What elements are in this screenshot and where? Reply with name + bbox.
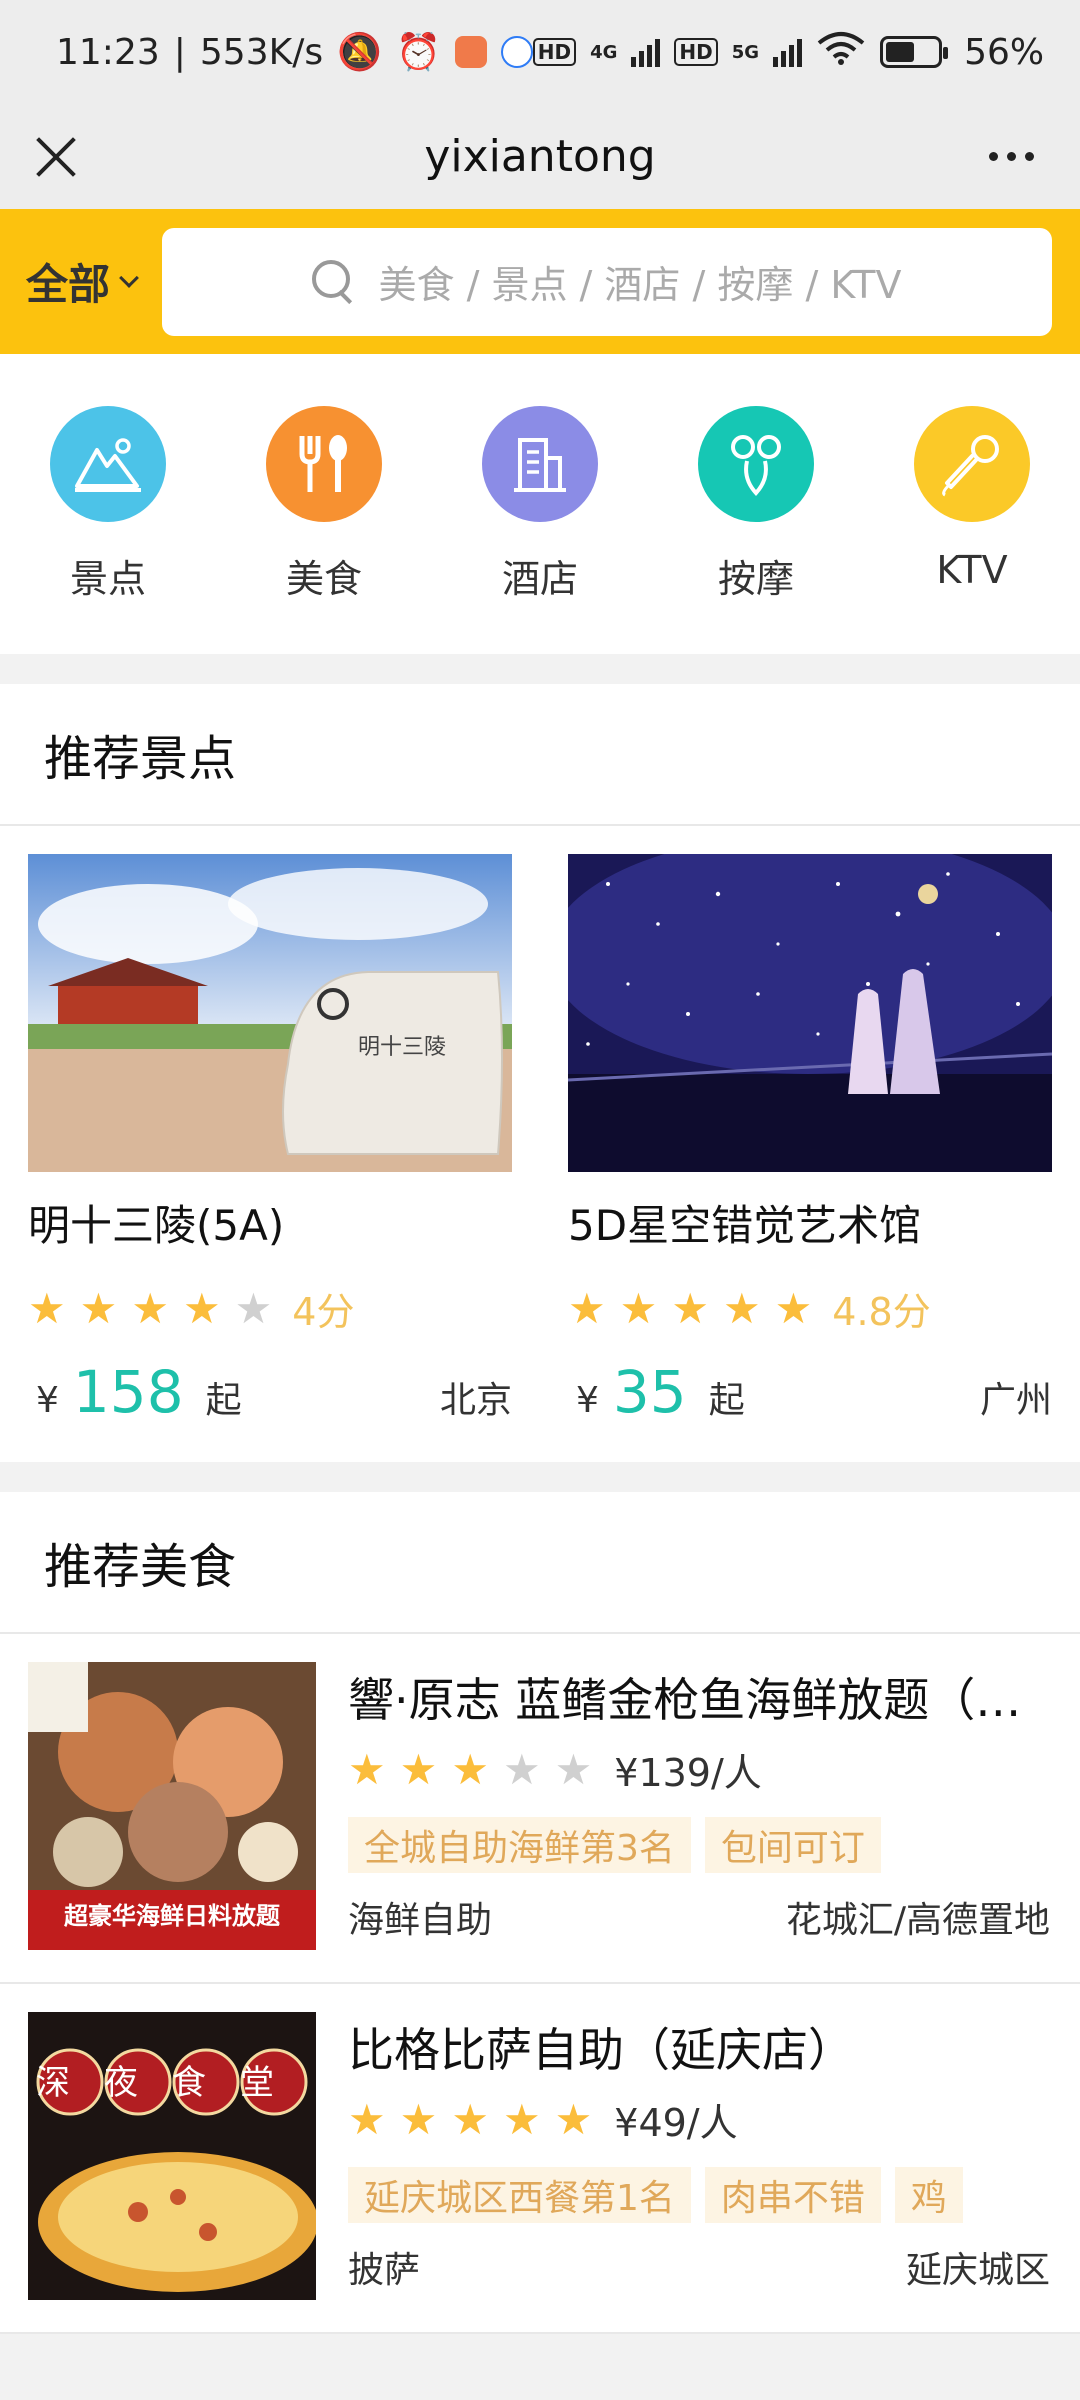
fork-spoon-icon	[266, 406, 382, 522]
image-caption: 深夜食堂	[36, 2063, 308, 2103]
category-nav: 景点 美食 酒店 按摩 KTV	[0, 354, 1080, 654]
star-icon: ★	[554, 2094, 593, 2144]
feature-tag: 肉串不错	[704, 2167, 881, 2223]
star-icon: ★	[774, 1283, 813, 1333]
star-icon: ★	[722, 1283, 761, 1333]
alarm-icon: ⏰	[395, 32, 441, 73]
search-input[interactable]: 美食 / 景点 / 酒店 / 按摩 / KTV	[162, 227, 1052, 336]
mute-bell-icon: 🔕	[337, 32, 382, 73]
spot-card[interactable]: 5D星空错觉艺术馆 ★ ★ ★ ★ ★ 4.8分 ¥ 35 起 广州	[568, 854, 1052, 1462]
price-per-person: ¥139/人	[614, 1751, 762, 1795]
building-icon	[482, 406, 598, 522]
category-scenic[interactable]: 景点	[50, 406, 166, 654]
wifi-icon	[816, 31, 866, 74]
ranking-tag: 延庆城区西餐第1名	[348, 2167, 691, 2223]
mountain-icon	[50, 406, 166, 522]
browser-app-icon	[500, 36, 533, 68]
category-massage[interactable]: 按摩	[698, 406, 814, 654]
microphone-icon	[914, 406, 1030, 522]
star-icon: ★	[28, 1283, 66, 1333]
close-icon[interactable]	[34, 135, 78, 179]
search-icon	[312, 259, 356, 304]
spot-name: 明十三陵(5A)	[28, 1201, 285, 1250]
search-bar: 全部 美食 / 景点 / 酒店 / 按摩 / KTV	[0, 209, 1080, 354]
image-caption: 超豪华海鲜日料放题	[64, 1902, 280, 1930]
scope-dropdown[interactable]: 全部	[26, 251, 139, 312]
spot-image	[568, 854, 1052, 1172]
section-title: 推荐景点	[0, 684, 1080, 826]
star-icon: ★	[502, 1744, 541, 1794]
feature-tag: 包间可订	[704, 1817, 881, 1873]
massage-icon	[698, 406, 814, 522]
battery-level: 56%	[964, 31, 1045, 73]
star-icon: ★	[451, 2094, 489, 2144]
hd-badge-2: HD	[674, 38, 718, 66]
restaurant-name: 比格比萨自助（延庆店）	[348, 2023, 854, 2077]
ranking-tag: 全城自助海鲜第3名	[348, 1817, 691, 1873]
star-icon: ★	[451, 1744, 489, 1794]
star-icon: ★	[399, 1744, 438, 1794]
recommended-food: 推荐美食 超豪华海鲜日料放题 響·原志 蓝鳍金枪鱼海鲜放题（花城汇店） ★ ★ …	[0, 1492, 1080, 2334]
nav-bar: yixiantong	[0, 104, 1080, 209]
restaurant-item[interactable]: 深夜食堂 比格比萨自助（延庆店） ★ ★ ★ ★ ★ ¥49/人 延庆城区西餐第…	[0, 1984, 1080, 2334]
feature-tag: 鸡	[894, 2167, 963, 2223]
chevron-down-icon	[119, 267, 139, 288]
spot-name: 5D星空错觉艺术馆	[568, 1201, 922, 1250]
area: 花城汇/高德置地	[785, 1900, 1050, 1941]
spot-card[interactable]: 明十三陵 明十三陵(5A) ★ ★ ★ ★ ★ 4分 ¥ 158 起 北京	[28, 854, 512, 1462]
star-icon: ★	[79, 1283, 118, 1333]
signal-icon	[631, 37, 661, 67]
star-icon: ★	[554, 1744, 593, 1794]
restaurant-image: 超豪华海鲜日料放题	[28, 1662, 316, 1950]
recommended-spots: 推荐景点 明十三陵 明十三陵(5A) ★ ★ ★ ★ ★ 4分 ¥ 158 起 …	[0, 684, 1080, 1462]
more-icon[interactable]	[989, 152, 1034, 161]
star-icon: ★	[619, 1283, 658, 1333]
star-icon: ★	[131, 1283, 169, 1333]
rating-stars: ★ ★ ★ ★ ★ ¥139/人	[348, 1742, 1050, 1797]
cuisine-type: 海鲜自助	[348, 1900, 493, 1941]
spot-image: 明十三陵	[28, 854, 512, 1172]
city: 广州	[979, 1380, 1052, 1421]
section-title: 推荐美食	[0, 1492, 1080, 1634]
battery-icon	[880, 36, 949, 68]
star-icon: ★	[671, 1283, 709, 1333]
rating-value: 4分	[292, 1290, 355, 1334]
price: 35	[612, 1358, 687, 1426]
star-icon: ★	[348, 1744, 386, 1794]
star-icon: ★	[234, 1283, 273, 1333]
category-hotel[interactable]: 酒店	[482, 406, 598, 654]
city: 北京	[439, 1380, 512, 1421]
page-title: yixiantong	[424, 131, 656, 182]
category-ktv[interactable]: KTV	[914, 406, 1030, 654]
rating-value: 4.8分	[832, 1290, 931, 1334]
signal-icon-2	[773, 37, 803, 67]
network-speed: 553K/s	[199, 31, 324, 73]
search-placeholder: 美食 / 景点 / 酒店 / 按摩 / KTV	[378, 263, 902, 307]
hd-badge: HD	[532, 38, 577, 66]
star-icon: ★	[399, 2094, 438, 2144]
clock: 11:23	[56, 31, 160, 73]
restaurant-item[interactable]: 超豪华海鲜日料放题 響·原志 蓝鳍金枪鱼海鲜放题（花城汇店） ★ ★ ★ ★ ★…	[0, 1634, 1080, 1984]
price-per-person: ¥49/人	[614, 2101, 738, 2145]
star-icon: ★	[348, 2094, 386, 2144]
svg-text:明十三陵: 明十三陵	[358, 1035, 446, 1060]
restaurant-image: 深夜食堂	[28, 2012, 316, 2300]
rating-stars: ★ ★ ★ ★ ★ 4分	[28, 1281, 512, 1336]
area: 延庆城区	[905, 2250, 1050, 2291]
rating-stars: ★ ★ ★ ★ ★ 4.8分	[568, 1281, 1052, 1336]
status-bar: 11:23 | 553K/s 🔕 ⏰ HD 4G HD 5G 56%	[0, 0, 1080, 104]
star-icon: ★	[182, 1283, 221, 1333]
category-food[interactable]: 美食	[266, 406, 382, 654]
rating-stars: ★ ★ ★ ★ ★ ¥49/人	[348, 2092, 1050, 2147]
restaurant-name: 響·原志 蓝鳍金枪鱼海鲜放题（花城汇店）	[348, 1673, 1050, 1727]
star-icon: ★	[568, 1283, 606, 1333]
price: 158	[72, 1358, 184, 1426]
shopping-app-icon	[454, 36, 487, 68]
star-icon: ★	[502, 2094, 541, 2144]
cuisine-type: 披萨	[348, 2250, 421, 2291]
